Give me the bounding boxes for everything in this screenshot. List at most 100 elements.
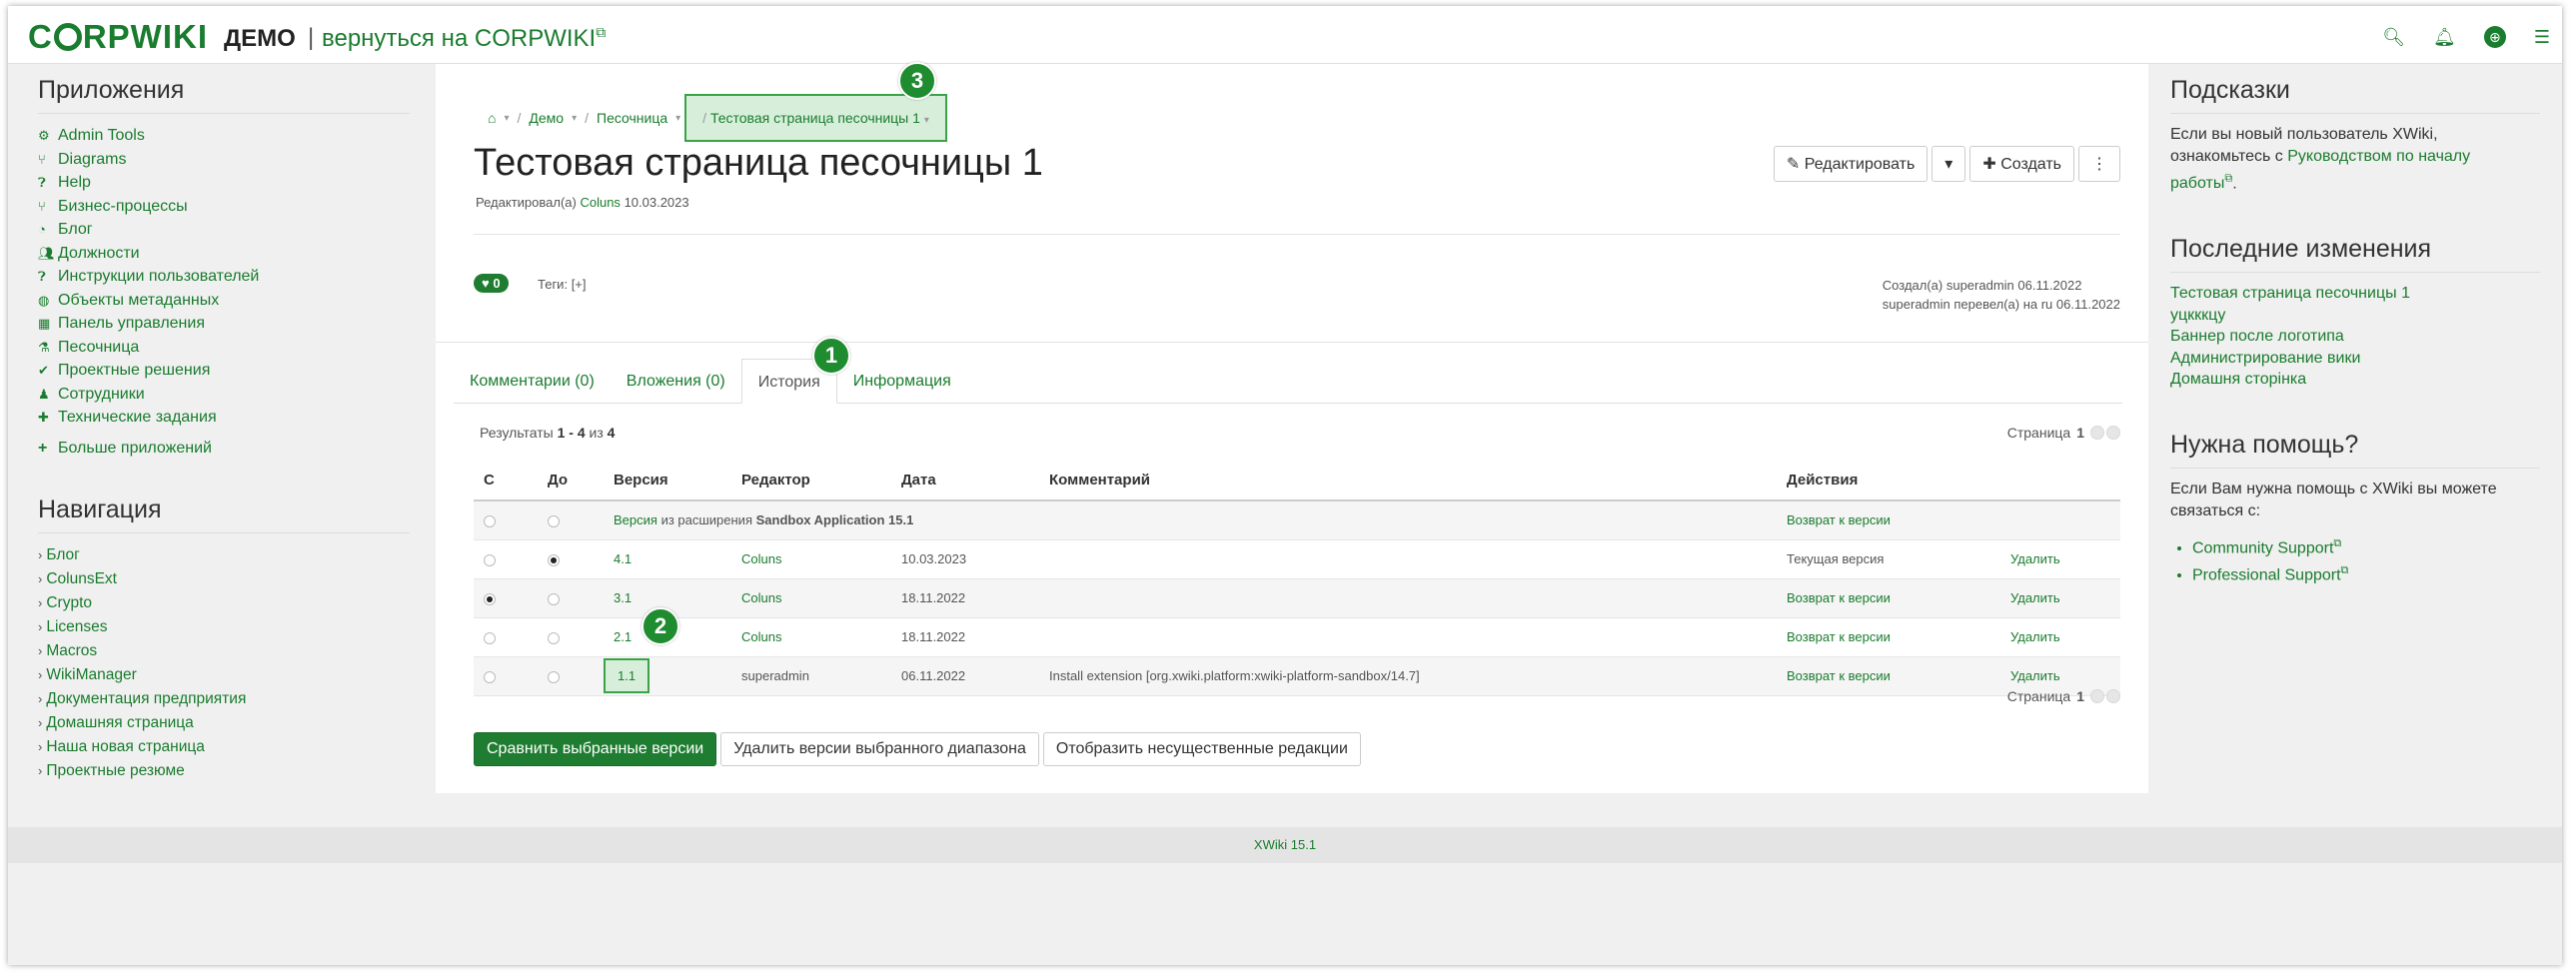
recent-change-link[interactable]: уцкккцу xyxy=(2170,305,2540,327)
nav-item[interactable]: › Домашняя страница xyxy=(38,711,410,735)
recent-change-link[interactable]: Домашня сторінка xyxy=(2170,369,2540,391)
revert-link[interactable]: Возврат к версии xyxy=(1787,512,1891,527)
to-radio[interactable] xyxy=(548,514,560,527)
from-radio[interactable] xyxy=(484,553,496,566)
prev-page-button[interactable] xyxy=(2090,426,2104,440)
to-radio[interactable] xyxy=(548,631,560,644)
edit-button[interactable]: ✎ Редактировать xyxy=(1773,146,1929,182)
editor-link[interactable]: Coluns xyxy=(741,551,781,566)
delete-link[interactable]: Удалить xyxy=(2010,668,2060,683)
prev-page-button[interactable] xyxy=(2090,689,2104,703)
caret-down-icon[interactable]: ▾ xyxy=(924,115,929,126)
from-radio[interactable] xyxy=(484,514,496,527)
chevron-right-icon[interactable]: › xyxy=(38,547,42,562)
from-radio[interactable] xyxy=(484,631,496,644)
more-actions-button[interactable]: ⋮ xyxy=(2078,146,2120,182)
editor-link[interactable]: Coluns xyxy=(580,195,620,210)
chevron-right-icon[interactable]: › xyxy=(38,619,42,634)
professional-support-link[interactable]: Professional Support⧉ xyxy=(2192,559,2540,586)
app-item[interactable]: ⚙ Admin Tools xyxy=(38,124,410,148)
back-to-corpwiki-link[interactable]: вернуться на CORPWIKI⧉ xyxy=(322,24,606,53)
add-tag-link[interactable]: [+] xyxy=(572,277,587,292)
revert-link[interactable]: Возврат к версии xyxy=(1787,668,1891,683)
app-item[interactable]: ♟ Сотрудники xyxy=(38,383,410,407)
app-item[interactable]: ❓︎ Help xyxy=(38,171,410,195)
wiki-name[interactable]: ДЕМО xyxy=(224,25,296,53)
from-radio[interactable] xyxy=(484,592,496,605)
create-button[interactable]: ✚ Создать xyxy=(1969,146,2074,182)
revert-link[interactable]: Возврат к версии xyxy=(1787,629,1891,644)
app-item[interactable]: ⚗ Песочница xyxy=(38,336,410,360)
version-link[interactable]: 3.1 xyxy=(614,590,632,605)
editor-link[interactable]: Coluns xyxy=(741,590,781,605)
edit-dropdown-button[interactable]: ▾ xyxy=(1932,146,1966,182)
chevron-right-icon[interactable]: › xyxy=(38,595,42,610)
nav-item[interactable]: › Проектные резюме xyxy=(38,759,410,783)
to-radio[interactable] xyxy=(548,553,560,566)
delete-link[interactable]: Удалить xyxy=(2010,629,2060,644)
recent-change-link[interactable]: Администрирование вики xyxy=(2170,348,2540,370)
chevron-right-icon[interactable]: › xyxy=(38,571,42,586)
tab-comments[interactable]: Комментарии (0) xyxy=(454,359,611,403)
app-item[interactable]: ◍ Объекты метаданных xyxy=(38,289,410,313)
nav-item[interactable]: › Наша новая страница xyxy=(38,735,410,759)
next-page-button[interactable] xyxy=(2106,689,2120,703)
globe-icon[interactable]: ⊕ xyxy=(2483,26,2506,48)
compare-versions-button[interactable]: Сравнить выбранные версии xyxy=(474,732,717,766)
app-item[interactable]: ✔ Проектные решения xyxy=(38,359,410,383)
version-link[interactable]: 4.1 xyxy=(614,551,632,566)
app-item[interactable]: ❓︎ Инструкции пользователей xyxy=(38,265,410,289)
nav-item[interactable]: › ColunsExt xyxy=(38,567,410,591)
tab-attachments[interactable]: Вложения (0) xyxy=(611,359,741,403)
editor-link[interactable]: Coluns xyxy=(741,629,781,644)
delete-range-button[interactable]: Удалить версии выбранного диапазона xyxy=(720,732,1039,766)
version-link[interactable]: 2.1 xyxy=(614,629,632,644)
footer-version-link[interactable]: XWiki 15.1 xyxy=(8,827,2562,863)
chevron-right-icon[interactable]: › xyxy=(38,667,42,682)
app-item[interactable]: ◔ Блог xyxy=(38,218,410,242)
caret-down-icon[interactable]: ▾ xyxy=(572,113,577,124)
chevron-right-icon[interactable]: › xyxy=(38,763,42,778)
caret-down-icon[interactable]: ▾ xyxy=(675,113,680,124)
chevron-right-icon[interactable]: › xyxy=(38,739,42,754)
delete-link[interactable]: Удалить xyxy=(2010,551,2060,566)
search-icon[interactable]: 🔍︎ xyxy=(2382,27,2405,48)
caret-down-icon[interactable]: ▾ xyxy=(504,113,509,124)
next-page-button[interactable] xyxy=(2106,426,2120,440)
chevron-right-icon[interactable]: › xyxy=(38,643,42,658)
app-item[interactable]: ⑂ Бизнес-процессы xyxy=(38,195,410,219)
revert-link[interactable]: Возврат к версии xyxy=(1787,590,1891,605)
more-apps-link[interactable]: + Больше приложений xyxy=(38,440,410,458)
nav-item[interactable]: › Crypto xyxy=(38,591,410,615)
app-item[interactable]: 👥︎ Должности xyxy=(38,242,410,266)
nav-item[interactable]: › Licenses xyxy=(38,615,410,639)
show-minor-edits-button[interactable]: Отобразить несущественные редакции xyxy=(1042,732,1361,766)
nav-item[interactable]: › Macros xyxy=(38,639,410,663)
nav-item[interactable]: › WikiManager xyxy=(38,663,410,687)
app-item[interactable]: ▦ Панель управления xyxy=(38,312,410,336)
bell-icon[interactable]: 🔔︎ xyxy=(2433,27,2456,48)
to-radio[interactable] xyxy=(548,592,560,605)
chevron-right-icon[interactable]: › xyxy=(38,715,42,730)
app-item[interactable]: ⑂ Diagrams xyxy=(38,148,410,172)
delete-link[interactable]: Удалить xyxy=(2010,590,2060,605)
logo[interactable]: C RPWIKI xyxy=(28,18,208,56)
tab-information[interactable]: Информация xyxy=(837,359,967,403)
nav-item[interactable]: › Блог xyxy=(38,543,410,567)
chevron-right-icon[interactable]: › xyxy=(38,691,42,706)
breadcrumb-item[interactable]: Демо xyxy=(529,110,564,126)
like-button[interactable]: ♥ 0 xyxy=(474,274,509,293)
app-item[interactable]: ✚ Технические задания xyxy=(38,406,410,430)
home-icon[interactable]: ⌂ xyxy=(488,110,496,126)
community-support-link[interactable]: Community Support⧉ xyxy=(2192,532,2540,559)
recent-change-link[interactable]: Баннер после логотипа xyxy=(2170,326,2540,348)
to-radio[interactable] xyxy=(548,670,560,683)
breadcrumb-current[interactable]: Тестовая страница песочницы 1 xyxy=(710,110,920,126)
menu-icon[interactable]: ☰ xyxy=(2534,27,2550,48)
extension-version-link[interactable]: Версия xyxy=(614,512,657,527)
from-radio[interactable] xyxy=(484,670,496,683)
version-link[interactable]: 1.1 xyxy=(618,668,636,683)
recent-change-link[interactable]: Тестовая страница песочницы 1 xyxy=(2170,283,2540,305)
nav-item[interactable]: › Документация предприятия xyxy=(38,687,410,711)
breadcrumb-item[interactable]: Песочница xyxy=(597,110,667,126)
